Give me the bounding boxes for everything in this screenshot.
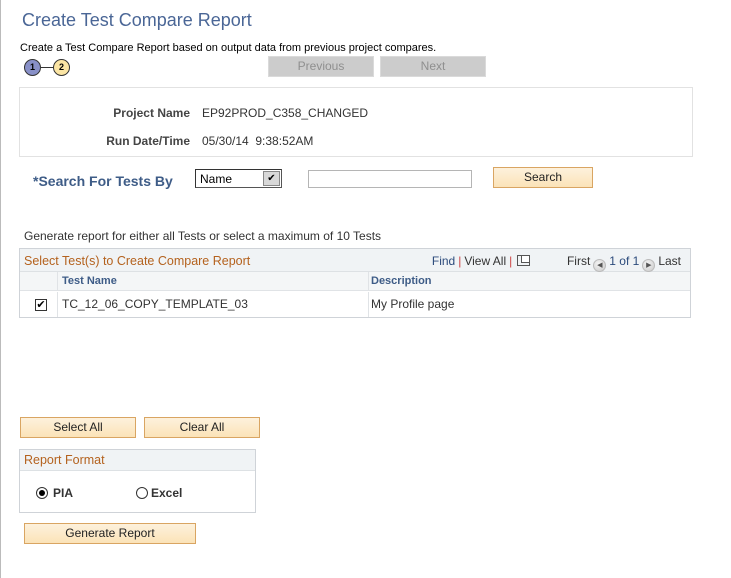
step-2-indicator[interactable]: 2 bbox=[53, 59, 70, 76]
page-description: Create a Test Compare Report based on ou… bbox=[20, 42, 437, 54]
step-connector bbox=[41, 67, 53, 68]
search-input[interactable] bbox=[308, 170, 472, 188]
grid-title: Select Test(s) to Create Compare Report bbox=[24, 254, 251, 268]
next-arrow-icon[interactable]: ▶ bbox=[642, 259, 656, 272]
find-link[interactable]: Find bbox=[432, 254, 455, 268]
project-info-box: Project Name EP92PROD_C358_CHANGED Run D… bbox=[19, 87, 693, 157]
next-button[interactable]: Next bbox=[380, 56, 486, 77]
separator: | bbox=[458, 254, 462, 268]
description-cell: My Profile page bbox=[368, 292, 690, 317]
project-name-value: EP92PROD_C358_CHANGED bbox=[202, 106, 369, 120]
report-format-title: Report Format bbox=[24, 453, 105, 467]
selection-limit-note: Generate report for either all Tests or … bbox=[24, 229, 382, 243]
first-label: First bbox=[566, 254, 591, 268]
col-header-test-name[interactable]: Test Name bbox=[57, 272, 368, 291]
pia-radio-label[interactable]: PIA bbox=[53, 486, 73, 500]
grid-navigation: Find | View All | First ◀ 1 of 1 ▶ Last bbox=[432, 254, 681, 272]
search-by-label: *Search For Tests By bbox=[33, 173, 173, 189]
generate-report-button[interactable]: Generate Report bbox=[24, 523, 196, 544]
project-name-label: Project Name bbox=[113, 106, 190, 120]
pia-radio[interactable] bbox=[36, 487, 48, 499]
report-format-box: Report Format PIA Excel bbox=[19, 449, 256, 513]
separator: | bbox=[509, 254, 513, 268]
search-button[interactable]: Search bbox=[493, 167, 593, 188]
new-window-icon[interactable] bbox=[517, 255, 531, 266]
col-header-description[interactable]: Description bbox=[368, 272, 690, 291]
clear-all-button[interactable]: Clear All bbox=[144, 417, 260, 438]
grid-header: Select Test(s) to Create Compare Report … bbox=[20, 249, 690, 272]
test-name-cell: TC_12_06_COPY_TEMPLATE_03 bbox=[57, 292, 368, 317]
search-by-select[interactable]: Name ✔ bbox=[195, 169, 282, 188]
run-datetime-value: 05/30/14 9:38:52AM bbox=[202, 134, 314, 148]
select-all-button[interactable]: Select All bbox=[20, 417, 136, 438]
page-title: Create Test Compare Report bbox=[22, 10, 252, 30]
row-checkbox[interactable]: ✔ bbox=[35, 299, 47, 311]
search-by-selected-value: Name bbox=[200, 172, 233, 186]
previous-button[interactable]: Previous bbox=[268, 56, 374, 77]
excel-radio-label[interactable]: Excel bbox=[151, 486, 182, 500]
previous-arrow-icon[interactable]: ◀ bbox=[593, 259, 607, 272]
tests-grid: Select Test(s) to Create Compare Report … bbox=[19, 248, 691, 318]
col-header-select bbox=[20, 272, 57, 291]
view-all-link[interactable]: View All bbox=[464, 254, 506, 268]
report-format-header: Report Format bbox=[20, 450, 255, 471]
chevron-down-icon[interactable]: ✔ bbox=[263, 171, 280, 186]
last-label: Last bbox=[658, 254, 681, 268]
run-datetime-label: Run Date/Time bbox=[106, 134, 190, 148]
page-info: 1 of 1 bbox=[609, 254, 640, 268]
step-1-indicator[interactable]: 1 bbox=[24, 59, 41, 76]
excel-radio[interactable] bbox=[136, 487, 148, 499]
